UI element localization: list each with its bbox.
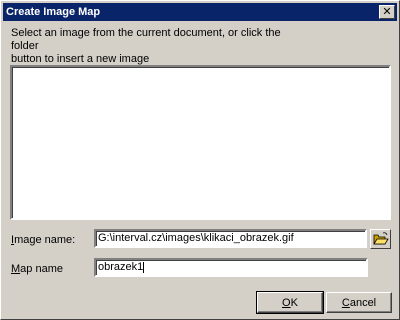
image-list[interactable] [10,65,391,220]
create-image-map-dialog: Create Image Map ✕ Select an image from … [0,0,400,320]
image-name-value: G:\interval.cz\images\klikaci_obrazek.gi… [98,232,294,244]
map-name-input[interactable]: obrazek1 [94,258,368,277]
image-name-label: Image name: [11,234,76,246]
instructions-text: Select an image from the current documen… [11,27,281,65]
map-name-value: obrazek1 [98,261,144,273]
close-button[interactable]: ✕ [379,5,395,19]
title-bar[interactable]: Create Image Map ✕ [3,3,397,21]
text-cursor [143,261,145,273]
cancel-button[interactable]: Cancel [326,292,392,313]
browse-folder-button[interactable] [370,229,391,249]
close-icon: ✕ [382,5,392,18]
map-name-label: Map name [11,263,63,275]
dialog-title: Create Image Map [6,6,101,18]
ok-button[interactable]: OK [256,291,324,314]
folder-open-icon [372,232,389,245]
image-name-input[interactable]: G:\interval.cz\images\klikaci_obrazek.gi… [94,229,367,248]
